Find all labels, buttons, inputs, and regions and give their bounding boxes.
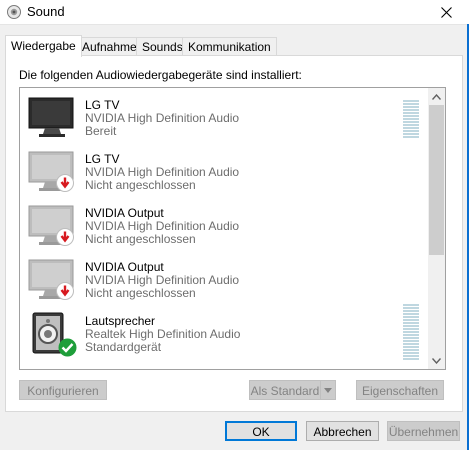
- device-driver: Realtek High Definition Audio: [85, 327, 241, 341]
- tab-sounds[interactable]: Sounds: [136, 37, 189, 56]
- device-status: Bereit: [85, 124, 117, 138]
- ok-button[interactable]: OK: [225, 421, 297, 441]
- device-driver: NVIDIA High Definition Audio: [85, 111, 240, 125]
- speaker-icon: [7, 5, 21, 19]
- properties-button[interactable]: Eigenschaften: [356, 380, 444, 400]
- chevron-up-icon: [432, 93, 441, 100]
- chevron-down-icon: [324, 387, 332, 393]
- list-item[interactable]: LG TV NVIDIA High Definition Audio Nicht…: [20, 144, 428, 198]
- scroll-down-button[interactable]: [428, 352, 445, 369]
- apply-button[interactable]: Übernehmen: [387, 421, 460, 441]
- disconnected-badge-icon: [56, 228, 74, 246]
- level-meter: [403, 100, 419, 139]
- list-item[interactable]: Lautsprecher Realtek High Definition Aud…: [20, 304, 428, 361]
- tab-wiedergabe[interactable]: Wiedergabe: [5, 35, 82, 57]
- cancel-button[interactable]: Abbrechen: [306, 421, 379, 441]
- device-status: Nicht angeschlossen: [85, 178, 196, 192]
- tab-kommunikation[interactable]: Kommunikation: [182, 37, 277, 56]
- window-title: Sound: [27, 4, 65, 19]
- panel-label: Die folgenden Audiowiedergabegeräte sind…: [19, 68, 302, 82]
- list-item[interactable]: NVIDIA Output NVIDIA High Definition Aud…: [20, 252, 428, 306]
- scrollbar-thumb[interactable]: [429, 105, 444, 255]
- level-meter: [403, 304, 419, 361]
- device-status: Standardgerät: [85, 340, 162, 354]
- device-name: NVIDIA Output: [85, 260, 164, 274]
- scrollbar[interactable]: [428, 88, 445, 369]
- title-bar: Sound: [0, 0, 469, 25]
- device-driver: NVIDIA High Definition Audio: [85, 273, 240, 287]
- chevron-down-icon: [432, 357, 441, 364]
- scroll-up-button[interactable]: [428, 88, 445, 105]
- device-driver: NVIDIA High Definition Audio: [85, 165, 240, 179]
- device-name: Lautsprecher: [85, 314, 156, 328]
- device-name: LG TV: [85, 152, 120, 166]
- close-button[interactable]: [423, 0, 469, 24]
- tab-aufnahme[interactable]: Aufnahme: [76, 37, 143, 56]
- monitor-icon: [28, 97, 74, 137]
- list-item[interactable]: LG TV NVIDIA High Definition Audio Berei…: [20, 90, 428, 144]
- device-driver: NVIDIA High Definition Audio: [85, 219, 240, 233]
- device-name: LG TV: [85, 98, 120, 112]
- set-default-dropdown[interactable]: [320, 380, 336, 400]
- disconnected-badge-icon: [56, 282, 74, 300]
- default-check-icon: [58, 338, 77, 357]
- device-name: NVIDIA Output: [85, 206, 164, 220]
- device-status: Nicht angeschlossen: [85, 286, 196, 300]
- configure-button[interactable]: Konfigurieren: [19, 380, 107, 400]
- list-item[interactable]: NVIDIA Output NVIDIA High Definition Aud…: [20, 198, 428, 252]
- set-default-button[interactable]: Als Standard: [249, 380, 321, 400]
- close-icon: [440, 6, 452, 18]
- device-list[interactable]: LG TV NVIDIA High Definition Audio Berei…: [19, 87, 446, 370]
- device-status: Nicht angeschlossen: [85, 232, 196, 246]
- playback-panel: Die folgenden Audiowiedergabegeräte sind…: [5, 55, 463, 412]
- disconnected-badge-icon: [56, 174, 74, 192]
